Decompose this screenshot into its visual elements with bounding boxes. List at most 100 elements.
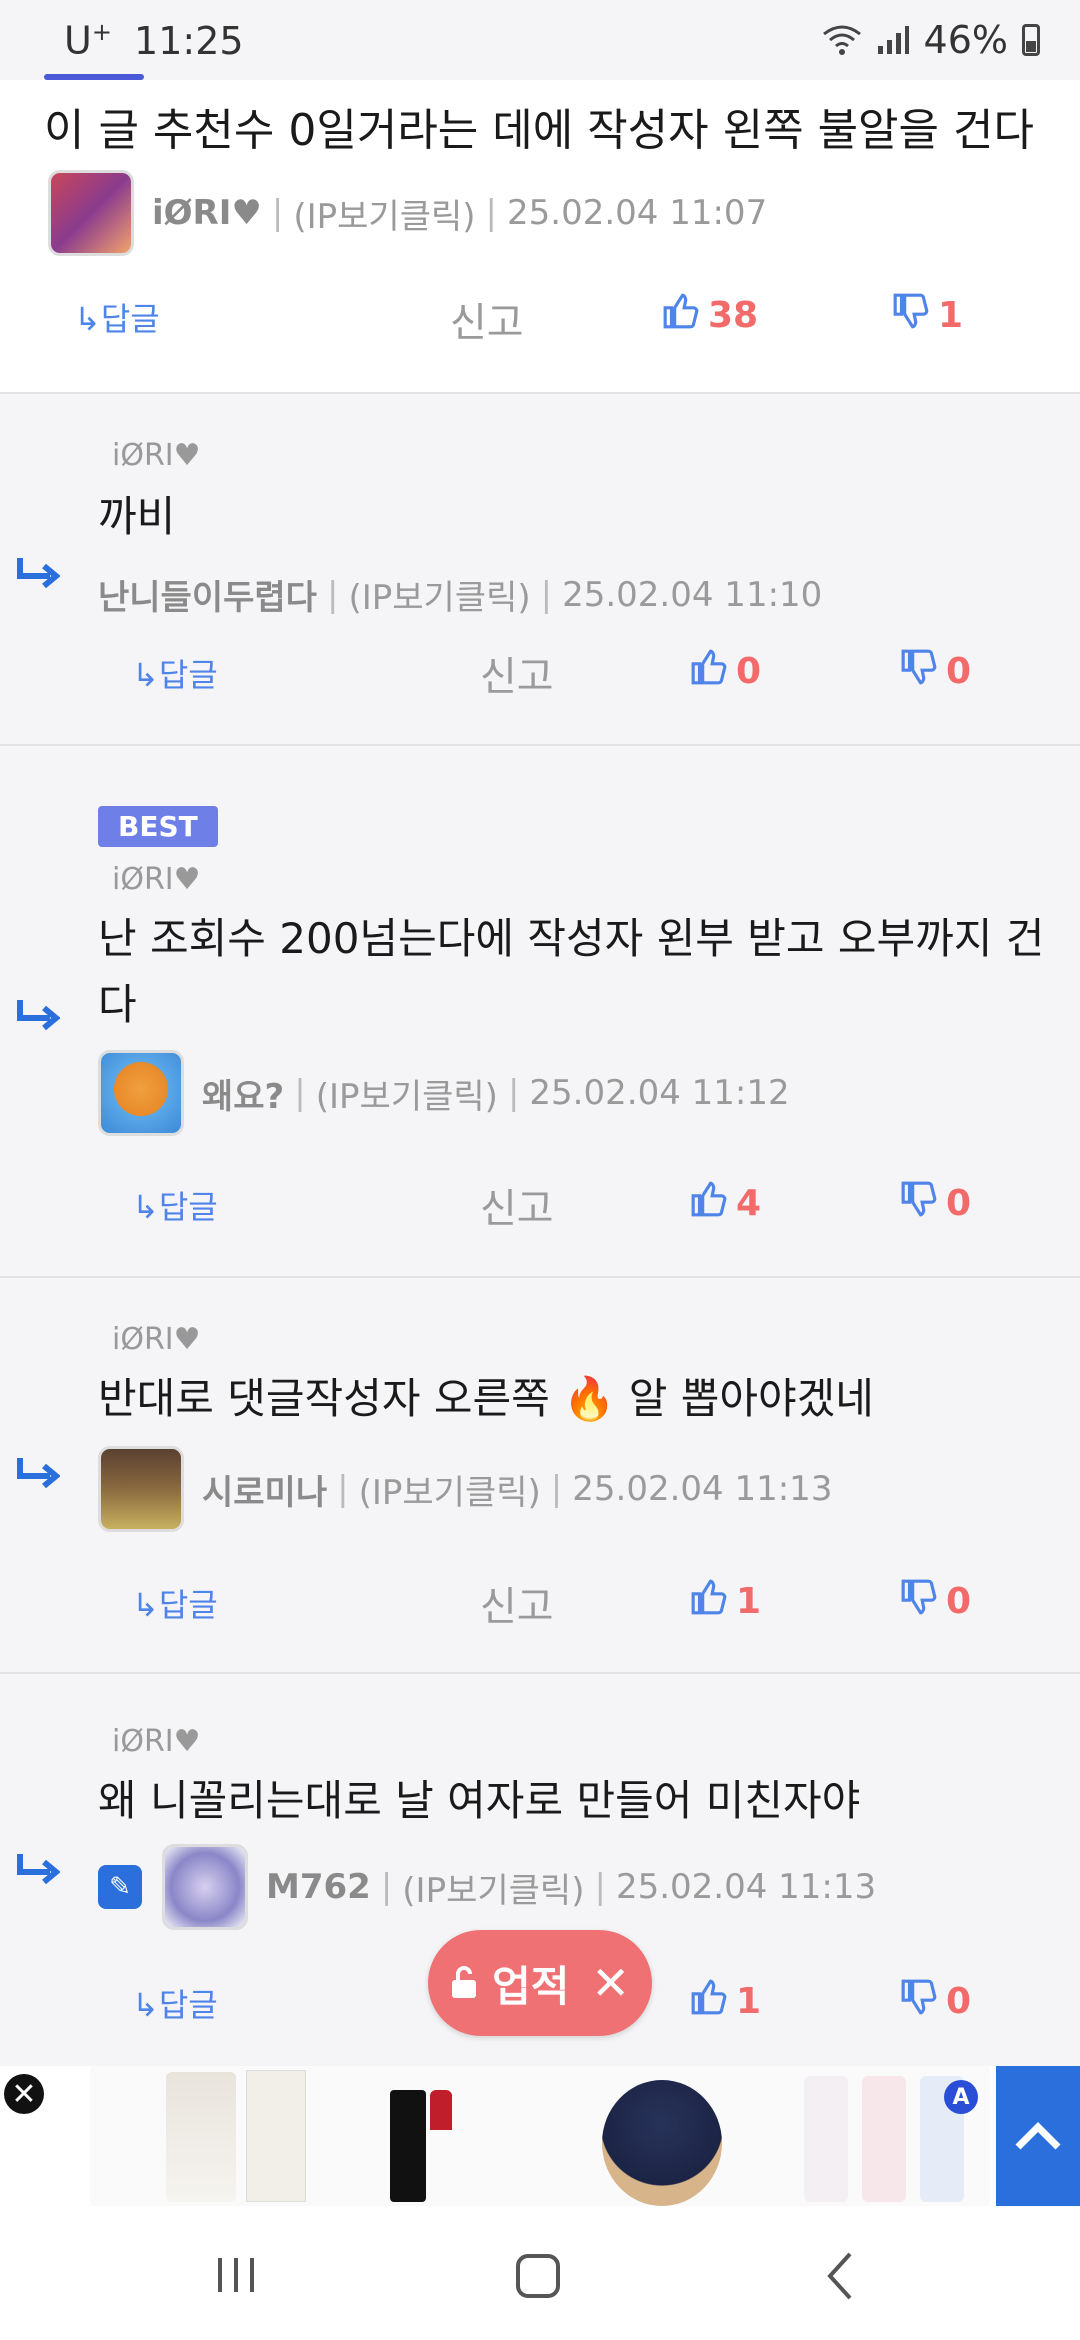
reply-meta: 왜요? | (IP보기클릭) | 25.02.04 11:12 — [98, 1050, 790, 1136]
parent-tag: iØRI♥ — [112, 438, 201, 473]
downvote-count: 0 — [946, 651, 972, 692]
carrier: U — [64, 18, 92, 63]
upvote-button[interactable]: 1 — [690, 1578, 761, 1625]
thumbs-down-icon — [900, 648, 938, 695]
reply-arrow-icon — [17, 1000, 60, 1031]
downvote-button[interactable]: 0 — [900, 1578, 971, 1625]
best-badge: BEST — [98, 806, 218, 847]
upvote-count: 0 — [736, 651, 762, 692]
reply-meta: 시로미나 | (IP보기클릭) | 25.02.04 11:13 — [98, 1446, 832, 1532]
downvote-button[interactable]: 0 — [900, 1180, 971, 1227]
ip-link[interactable]: (IP보기클릭) — [348, 570, 530, 619]
reply-arrow-icon — [17, 558, 60, 589]
author-nick[interactable]: 난니들이두렵다 — [98, 570, 317, 619]
main-comment: 이 글 추천수 0일거라는 데에 작성자 왼쪽 불알을 건다 iØRI♥ | (… — [0, 80, 1080, 394]
reply-date: 25.02.04 11:13 — [615, 1867, 877, 1907]
ad-products[interactable] — [90, 2066, 990, 2206]
avatar[interactable] — [98, 1050, 184, 1136]
signal-icon — [877, 26, 909, 54]
report-button[interactable]: 신고 — [480, 644, 554, 702]
achievement-button[interactable]: 업적 ✕ — [428, 1930, 652, 2036]
upvote-count: 4 — [736, 1183, 762, 1224]
author-nick[interactable]: 왜요? — [202, 1069, 284, 1118]
author-nick[interactable]: M762 — [266, 1867, 371, 1907]
downvote-count: 0 — [946, 1183, 972, 1224]
author-nick[interactable]: 시로미나 — [202, 1465, 327, 1514]
ad-banner[interactable]: ✕ A — [0, 2066, 1080, 2206]
chevron-up-icon — [1015, 2122, 1061, 2150]
reply-meta: 난니들이두렵다 | (IP보기클릭) | 25.02.04 11:10 — [98, 570, 822, 619]
ip-link[interactable]: (IP보기클릭) — [402, 1863, 584, 1912]
report-button[interactable]: 신고 — [450, 290, 524, 348]
reply-button[interactable]: ↳답글 — [132, 650, 218, 696]
thumbs-down-icon — [900, 1978, 938, 2025]
recent-apps-icon[interactable] — [214, 2254, 260, 2296]
thumbs-up-icon — [690, 1578, 728, 1625]
reply-meta: ✎ M762 | (IP보기클릭) | 25.02.04 11:13 — [98, 1844, 876, 1930]
scroll-top-button[interactable] — [996, 2066, 1080, 2206]
ip-link[interactable]: (IP보기클릭) — [359, 1465, 541, 1514]
reply-text: 반대로 댓글작성자 오른쪽 🔥 알 뽑아야겠네 — [98, 1374, 874, 1423]
close-icon[interactable]: ✕ — [591, 1956, 630, 2010]
reply-button[interactable]: ↳답글 — [132, 1980, 218, 2026]
status-bar: U+ 11:25 46% — [0, 0, 1080, 80]
upvote-count: 1 — [736, 1581, 762, 1622]
reply-arrow-icon — [17, 1458, 60, 1489]
achievement-label: 업적 — [492, 1961, 570, 2011]
upvote-count: 38 — [708, 295, 759, 336]
ad-badge: A — [944, 2080, 978, 2114]
avatar[interactable] — [48, 170, 134, 256]
report-button[interactable]: 신고 — [480, 1176, 554, 1234]
battery-percent: 46% — [923, 18, 1008, 62]
thumbs-up-icon — [690, 1180, 728, 1227]
ad-product-bottle[interactable] — [166, 2072, 236, 2202]
home-icon[interactable] — [514, 2252, 562, 2300]
report-button[interactable]: 신고 — [480, 1574, 554, 1632]
reply-button[interactable]: ↳답글 — [132, 1182, 218, 1228]
ip-link[interactable]: (IP보기클릭) — [316, 1069, 498, 1118]
thumbs-up-icon — [690, 648, 728, 695]
author-nick[interactable]: iØRI♥ — [152, 193, 262, 233]
parent-tag: iØRI♥ — [112, 1724, 201, 1759]
avatar[interactable] — [98, 1446, 184, 1532]
upvote-button[interactable]: 0 — [690, 648, 761, 695]
thumbs-up-icon — [662, 292, 700, 339]
reply-button[interactable]: ↳답글 — [74, 294, 160, 340]
comment-meta: iØRI♥ | (IP보기클릭) | 25.02.04 11:07 — [48, 170, 767, 256]
reply-button[interactable]: ↳답글 — [132, 1580, 218, 1626]
reply-arrow-icon — [17, 1854, 60, 1885]
reply-text-line: 난 조회수 200넘는다에 작성자 왼부 받고 오부까지 건 — [98, 914, 1045, 963]
reply-text: 까비 — [98, 492, 176, 541]
upvote-button[interactable]: 1 — [690, 1978, 761, 2025]
comment-text: 이 글 추천수 0일거라는 데에 작성자 왼쪽 불알을 건다 — [44, 105, 1034, 156]
back-icon[interactable] — [822, 2250, 858, 2302]
downvote-button[interactable]: 0 — [900, 1978, 971, 2025]
thumbs-down-icon — [892, 292, 930, 339]
downvote-button[interactable]: 1 — [892, 292, 963, 339]
reply-date: 25.02.04 11:10 — [562, 574, 823, 615]
thumbs-down-icon — [900, 1180, 938, 1227]
avatar[interactable] — [162, 1844, 248, 1930]
ip-link[interactable]: (IP보기클릭) — [293, 189, 475, 238]
reply-item: iØRI♥ 반대로 댓글작성자 오른쪽 🔥 알 뽑아야겠네 시로미나 | (IP… — [0, 1278, 1080, 1674]
upvote-count: 1 — [736, 1981, 762, 2022]
thumbs-down-icon — [900, 1578, 938, 1625]
edit-icon[interactable]: ✎ — [98, 1865, 142, 1909]
system-nav-bar — [0, 2206, 1080, 2340]
status-left: U+ 11:25 — [64, 18, 244, 63]
upvote-button[interactable]: 4 — [690, 1180, 761, 1227]
battery-icon — [1022, 24, 1040, 56]
carrier-sup: + — [91, 18, 112, 46]
ad-product-box[interactable] — [246, 2070, 306, 2202]
reply-date: 25.02.04 11:13 — [572, 1469, 833, 1509]
reply-item: iØRI♥ 까비 난니들이두렵다 | (IP보기클릭) | 25.02.04 1… — [0, 394, 1080, 746]
ad-product-cushion[interactable] — [602, 2080, 722, 2206]
parent-tag: iØRI♥ — [112, 862, 201, 897]
upvote-button[interactable]: 38 — [662, 292, 758, 339]
status-right: 46% — [822, 18, 1040, 62]
downvote-button[interactable]: 0 — [900, 648, 971, 695]
ad-product-lipstick-tip — [430, 2090, 452, 2130]
parent-tag: iØRI♥ — [112, 1322, 201, 1357]
ad-close-icon[interactable]: ✕ — [4, 2074, 44, 2114]
ad-product-lipstick[interactable] — [390, 2090, 426, 2202]
